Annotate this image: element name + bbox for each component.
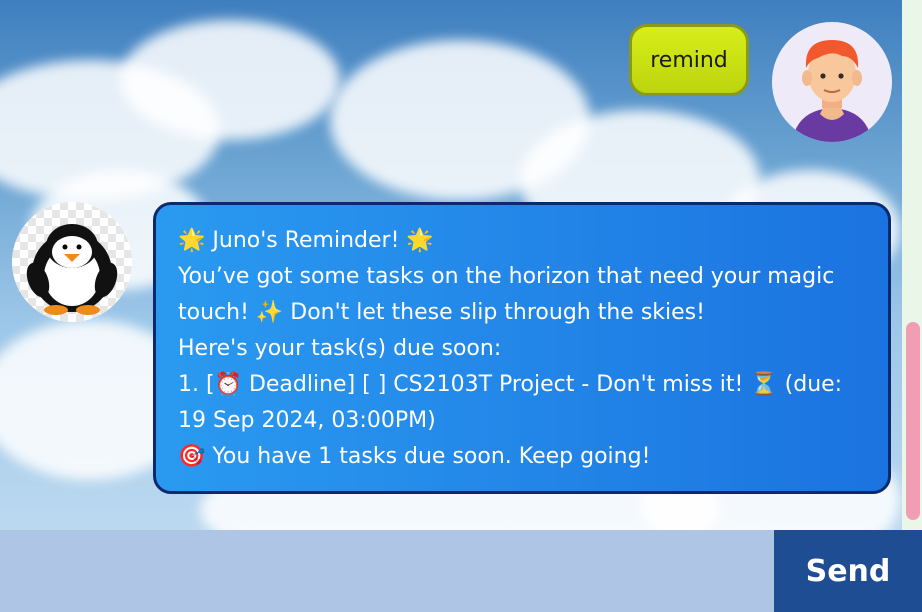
cloud-decoration <box>120 20 340 140</box>
user-message-text: remind <box>650 47 728 73</box>
bot-message-line: 19 Sep 2024, 03:00PM) <box>178 408 436 433</box>
user-message-bubble: remind <box>629 24 749 96</box>
bot-message-line: You’ve got some tasks on the horizon tha… <box>178 264 835 289</box>
bot-message-line: 🎯 You have 1 tasks due soon. Keep going! <box>178 444 651 469</box>
bot-message-bubble: 🌟 Juno's Reminder! 🌟 You’ve got some tas… <box>153 202 891 494</box>
bot-message-line: touch! ✨ Don't let these slip through th… <box>178 300 705 325</box>
bot-message-line: Here's your task(s) due soon: <box>178 336 502 361</box>
send-button[interactable]: Send <box>774 530 922 612</box>
bot-message-line: 1. [⏰ Deadline] [ ] CS2103T Project - Do… <box>178 372 843 397</box>
penguin-avatar-graphic <box>12 202 132 322</box>
chat-area: remind 🌟 Juno's Reminder! 🌟 You’ve got s… <box>0 0 902 530</box>
message-input[interactable] <box>0 530 774 612</box>
chat-scrollbar-thumb[interactable] <box>906 322 920 520</box>
penguin-avatar-icon <box>12 202 132 322</box>
user-avatar-icon <box>772 22 892 142</box>
bot-message-line: 🌟 Juno's Reminder! 🌟 <box>178 228 434 253</box>
user-avatar-graphic <box>772 22 892 142</box>
